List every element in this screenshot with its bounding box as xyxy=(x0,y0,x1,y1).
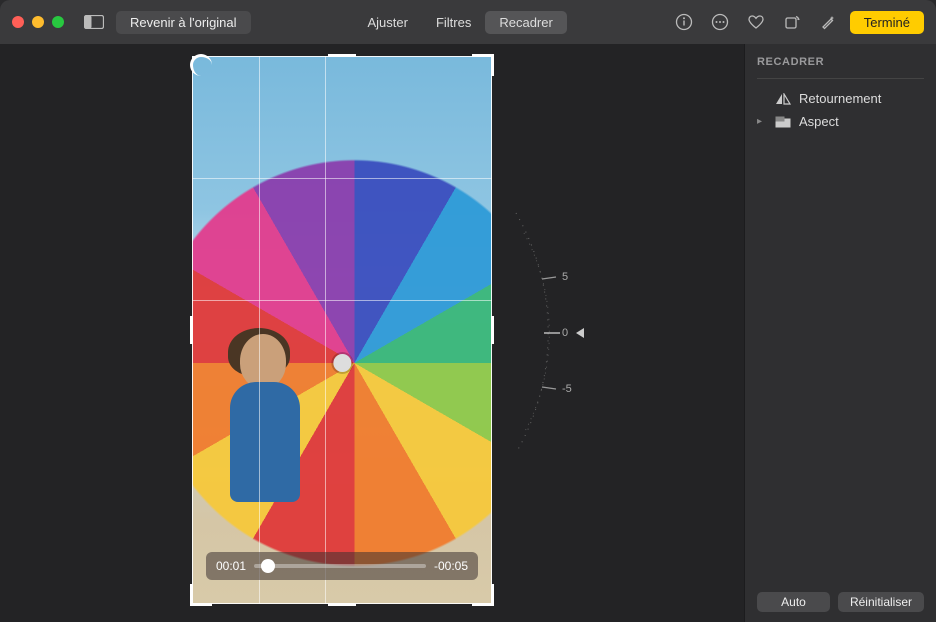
trim-elapsed-label: 00:01 xyxy=(216,559,246,573)
trim-playhead[interactable] xyxy=(261,559,275,573)
crop-handle-right[interactable] xyxy=(491,316,494,344)
crop-handle-top-left[interactable] xyxy=(190,54,212,76)
sidebar-toggle-icon[interactable] xyxy=(80,10,108,34)
info-icon[interactable] xyxy=(670,10,698,34)
chevron-right-icon: ▸ xyxy=(757,116,767,127)
tab-adjust[interactable]: Ajuster xyxy=(353,11,421,34)
sidebar-item-flip[interactable]: Retournement xyxy=(757,87,924,110)
crop-handle-left[interactable] xyxy=(190,316,193,344)
aspect-icon xyxy=(775,115,791,129)
sidebar-item-label: Aspect xyxy=(799,114,839,129)
auto-crop-button[interactable]: Auto xyxy=(757,592,830,612)
rotate-icon[interactable] xyxy=(778,10,806,34)
edit-mode-tabs: Ajuster Filtres Recadrer xyxy=(353,11,566,34)
crop-handle-bottom-left[interactable] xyxy=(190,584,212,606)
favorite-heart-icon[interactable] xyxy=(742,10,770,34)
canvas-area: 00:01 -00:05 5 0 -5 xyxy=(0,44,744,622)
close-window-button[interactable] xyxy=(12,16,24,28)
tab-crop[interactable]: Recadrer xyxy=(485,11,566,34)
content-area: 00:01 -00:05 5 0 -5 RECADRER xyxy=(0,44,936,622)
window-controls xyxy=(12,16,64,28)
crop-handle-bottom[interactable] xyxy=(328,603,356,606)
reset-crop-button[interactable]: Réinitialiser xyxy=(838,592,924,612)
minimize-window-button[interactable] xyxy=(32,16,44,28)
trim-track[interactable] xyxy=(254,564,426,568)
dial-tick-zero: 0 xyxy=(562,327,568,339)
straighten-dial[interactable]: 5 0 -5 xyxy=(506,203,596,463)
sidebar-item-aspect[interactable]: ▸ Aspect xyxy=(757,110,924,133)
more-options-icon[interactable] xyxy=(706,10,734,34)
dial-pointer-icon xyxy=(576,328,584,338)
dial-tick-minus5: -5 xyxy=(562,383,572,395)
video-trim-bar: 00:01 -00:05 xyxy=(206,552,478,580)
sidebar-title: RECADRER xyxy=(757,56,924,72)
image-content-person xyxy=(210,334,320,554)
revert-to-original-button[interactable]: Revenir à l'original xyxy=(116,11,251,34)
crop-frame[interactable]: 00:01 -00:05 xyxy=(192,56,492,604)
fullscreen-window-button[interactable] xyxy=(52,16,64,28)
crop-handle-top[interactable] xyxy=(328,54,356,57)
trim-remaining-label: -00:05 xyxy=(434,559,468,573)
crop-handle-bottom-right[interactable] xyxy=(472,584,494,606)
crop-sidebar: RECADRER Retournement ▸ Aspect Auto Réin… xyxy=(744,44,936,622)
sidebar-footer: Auto Réinitialiser xyxy=(757,592,924,612)
auto-enhance-icon[interactable] xyxy=(814,10,842,34)
done-button[interactable]: Terminé xyxy=(850,11,924,34)
toolbar: Revenir à l'original Ajuster Filtres Rec… xyxy=(0,0,936,44)
crop-handle-top-right[interactable] xyxy=(472,54,494,76)
sidebar-item-label: Retournement xyxy=(799,91,881,106)
media-preview xyxy=(192,56,492,604)
flip-icon xyxy=(775,92,791,106)
tab-filters[interactable]: Filtres xyxy=(422,11,485,34)
dial-tick-plus5: 5 xyxy=(562,271,568,283)
divider xyxy=(757,78,924,79)
